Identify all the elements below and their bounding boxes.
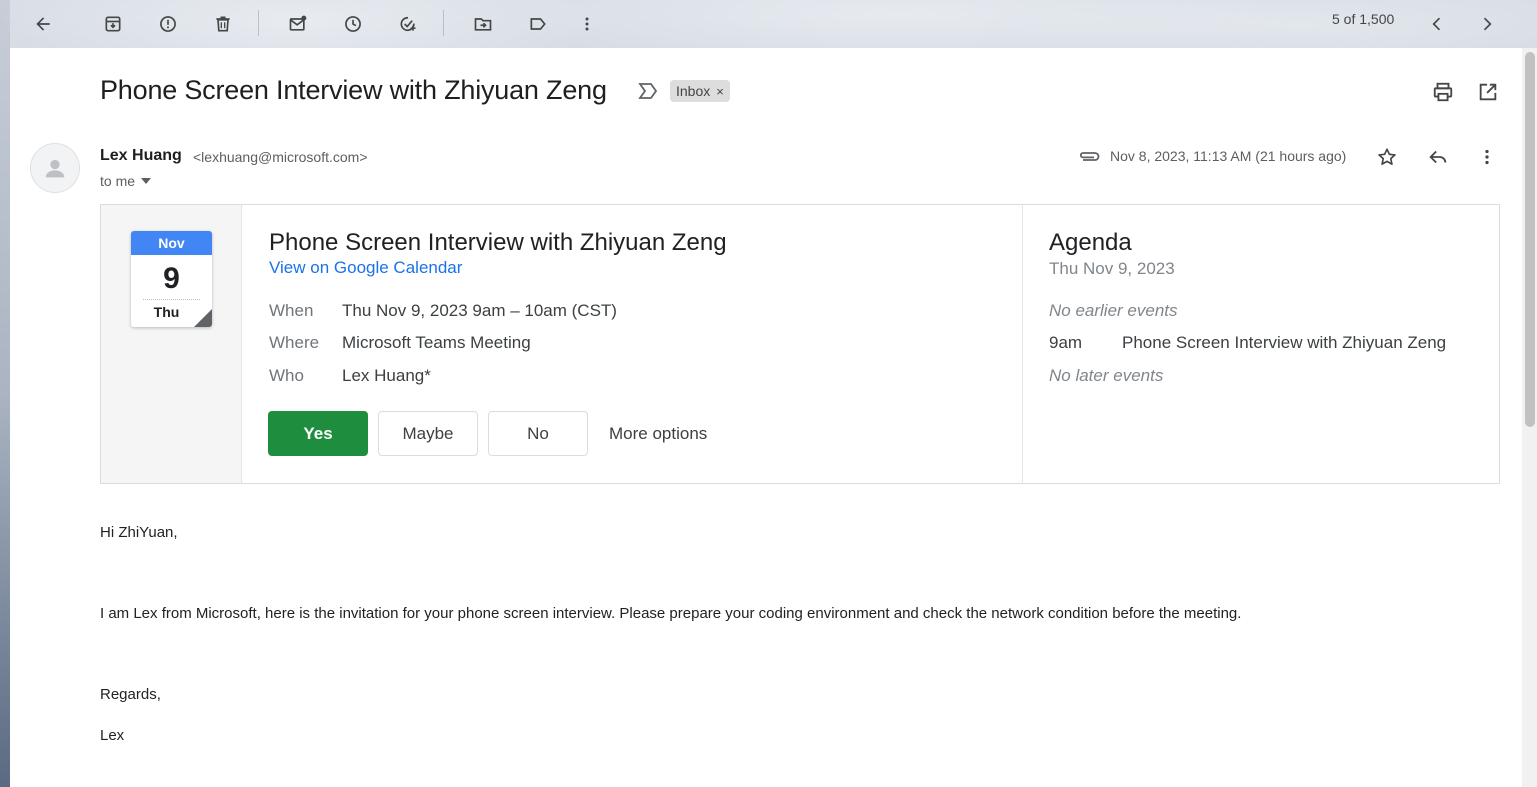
sender-name[interactable]: Lex Huang — [100, 147, 182, 165]
toolbar-divider — [443, 10, 444, 36]
add-to-tasks-icon[interactable] — [392, 8, 424, 40]
body-paragraph: I am Lex from Microsoft, here is the inv… — [100, 605, 1242, 622]
where-value: Microsoft Teams Meeting — [342, 333, 531, 352]
sender-avatar[interactable] — [30, 143, 80, 193]
agenda-title: Agenda — [1049, 229, 1132, 256]
more-options-button[interactable]: More options — [601, 411, 731, 456]
calendar-divider — [143, 299, 200, 300]
calendar-date-column: Nov 9 Thu — [101, 205, 242, 483]
labels-icon[interactable] — [522, 8, 554, 40]
agenda-divider — [1022, 205, 1023, 483]
rsvp-yes-button[interactable]: Yes — [268, 411, 368, 456]
calendar-day: 9 — [163, 262, 180, 295]
next-icon[interactable] — [1471, 8, 1503, 40]
rsvp-no-button[interactable]: No — [488, 411, 588, 456]
remove-label-icon[interactable]: × — [716, 84, 724, 99]
event-title: Phone Screen Interview with Zhiyuan Zeng — [269, 229, 727, 256]
back-icon[interactable] — [27, 8, 59, 40]
agenda-no-later: No later events — [1049, 366, 1164, 385]
mark-unread-icon[interactable] — [282, 8, 314, 40]
reply-icon[interactable] — [1424, 143, 1452, 171]
message-more-icon[interactable] — [1473, 143, 1501, 171]
who-value: Lex Huang* — [342, 366, 431, 385]
rsvp-maybe-button[interactable]: Maybe — [378, 411, 478, 456]
body-signature: Lex — [100, 727, 125, 744]
calendar-date-icon: Nov 9 Thu — [131, 231, 212, 327]
when-value: Thu Nov 9, 2023 9am – 10am (CST) — [342, 301, 617, 320]
delete-icon[interactable] — [207, 8, 239, 40]
recipient-label: to me — [100, 173, 136, 189]
importance-marker-icon[interactable] — [637, 81, 659, 101]
label-chip-inbox[interactable]: Inbox × — [670, 80, 730, 102]
body-regards: Regards, — [100, 686, 161, 703]
snooze-icon[interactable] — [337, 8, 369, 40]
agenda-event[interactable]: Phone Screen Interview with Zhiyuan Zeng — [1122, 333, 1446, 353]
chevron-down-icon — [141, 178, 152, 184]
person-icon — [45, 159, 65, 178]
recipient-details-toggle[interactable]: to me — [100, 173, 152, 189]
who-label: Who — [269, 366, 304, 385]
where-label: Where — [269, 333, 320, 352]
calendar-month: Nov — [131, 231, 212, 255]
message-subject: Phone Screen Interview with Zhiyuan Zeng — [100, 75, 607, 105]
attachment-icon — [1077, 147, 1101, 165]
archive-icon[interactable] — [97, 8, 129, 40]
agenda-date: Thu Nov 9, 2023 — [1049, 259, 1175, 278]
more-vert-icon[interactable] — [571, 8, 603, 40]
toolbar-divider — [258, 10, 259, 36]
move-to-icon[interactable] — [467, 8, 499, 40]
prev-icon[interactable] — [1421, 8, 1453, 40]
sender-email: <lexhuang@microsoft.com> — [193, 149, 368, 165]
star-icon[interactable] — [1373, 143, 1401, 171]
agenda-event-time: 9am — [1049, 333, 1083, 352]
print-icon[interactable] — [1429, 78, 1457, 106]
body-greeting: Hi ZhiYuan, — [100, 524, 178, 541]
calendar-invite-card: Nov 9 Thu Phone Screen Interview with Zh… — [100, 204, 1500, 484]
message-date: Nov 8, 2023, 11:13 AM (21 hours ago) — [1110, 148, 1347, 164]
agenda-no-earlier: No earlier events — [1049, 301, 1178, 320]
open-in-new-window-icon[interactable] — [1474, 78, 1502, 106]
label-chip-text: Inbox — [676, 83, 711, 99]
view-on-google-calendar-link[interactable]: View on Google Calendar — [269, 258, 462, 278]
report-spam-icon[interactable] — [152, 8, 184, 40]
when-label: When — [269, 301, 314, 320]
page-fold — [194, 309, 212, 327]
scrollbar-thumb[interactable] — [1525, 52, 1535, 427]
pager-text: 5 of 1,500 — [1332, 11, 1395, 27]
message-toolbar: 5 of 1,500 — [10, 0, 1537, 48]
